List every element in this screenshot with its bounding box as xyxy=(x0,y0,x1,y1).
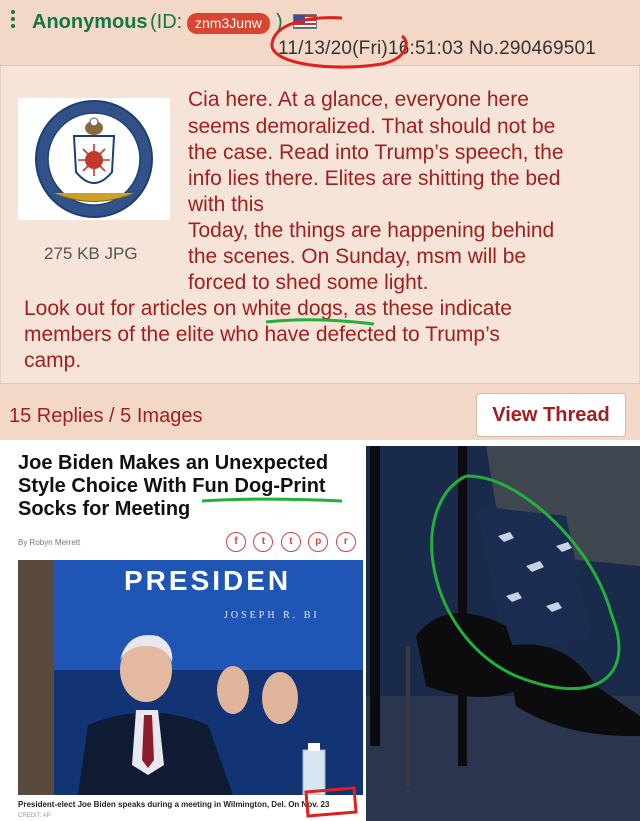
reddit-share-icon[interactable]: r xyxy=(335,532,356,552)
poster-id-label: (ID: xyxy=(150,11,183,33)
us-flag-icon xyxy=(293,14,317,29)
cia-seal-thumbnail[interactable] xyxy=(18,98,170,220)
replies-summary: 15 Replies / 5 Images xyxy=(9,405,203,427)
dog-print-socks-photo xyxy=(366,446,640,821)
post-body-line: the scenes. On Sunday, msm will be xyxy=(188,245,527,268)
post-body-line: members of the elite who have defected t… xyxy=(24,323,500,346)
article-headline: Joe Biden Makes an Unexpected Style Choi… xyxy=(18,452,329,520)
poster-id-badge[interactable]: znm3Junw xyxy=(187,13,270,34)
post-body-line: info lies there. Elites are shitting the… xyxy=(188,167,561,190)
article-byline: By Robyn Merrett xyxy=(18,538,81,547)
article-photo: PRESIDEN JOSEPH R. BI xyxy=(18,560,363,795)
photo-sign-subtext: JOSEPH R. BI xyxy=(224,610,320,621)
tumblr-share-icon[interactable]: t xyxy=(280,532,301,552)
post-body-line: forced to shed some light. xyxy=(188,271,429,294)
post-datetime[interactable]: 11/13/20(Fri)16:51:03 No.290469501 xyxy=(278,38,596,60)
post-body-line: camp. xyxy=(24,349,82,372)
poster-id-close-paren: ) xyxy=(276,11,283,33)
facebook-share-icon[interactable]: f xyxy=(226,532,246,552)
post-body-line: the case. Read into Trump’s speech, the xyxy=(188,141,564,164)
pinterest-share-icon[interactable]: p xyxy=(308,532,329,552)
cia-seal-icon xyxy=(35,100,153,218)
article-photo-credit: CREDIT: AP xyxy=(18,813,51,819)
post-body-line: Today, the things are happening behind xyxy=(188,219,555,242)
post-body-line: Cia here. At a glance, everyone here xyxy=(188,88,529,111)
twitter-share-icon[interactable]: t xyxy=(253,532,274,552)
post-body-line: seems demoralized. That should not be xyxy=(188,115,556,138)
post-body-line: with this xyxy=(188,193,264,216)
photo-sign-text: PRESIDEN xyxy=(124,565,291,596)
article-photo-caption: President-elect Joe Biden speaks during … xyxy=(18,800,330,809)
poster-name: Anonymous xyxy=(32,11,148,33)
post-body-line: Look out for articles on white dogs, as … xyxy=(24,297,512,320)
menu-kebab-icon[interactable] xyxy=(10,10,16,32)
view-thread-button[interactable]: View Thread xyxy=(476,393,626,437)
thumbnail-file-info: 275 KB JPG xyxy=(44,244,138,263)
share-icons: f t t p r xyxy=(226,531,359,553)
